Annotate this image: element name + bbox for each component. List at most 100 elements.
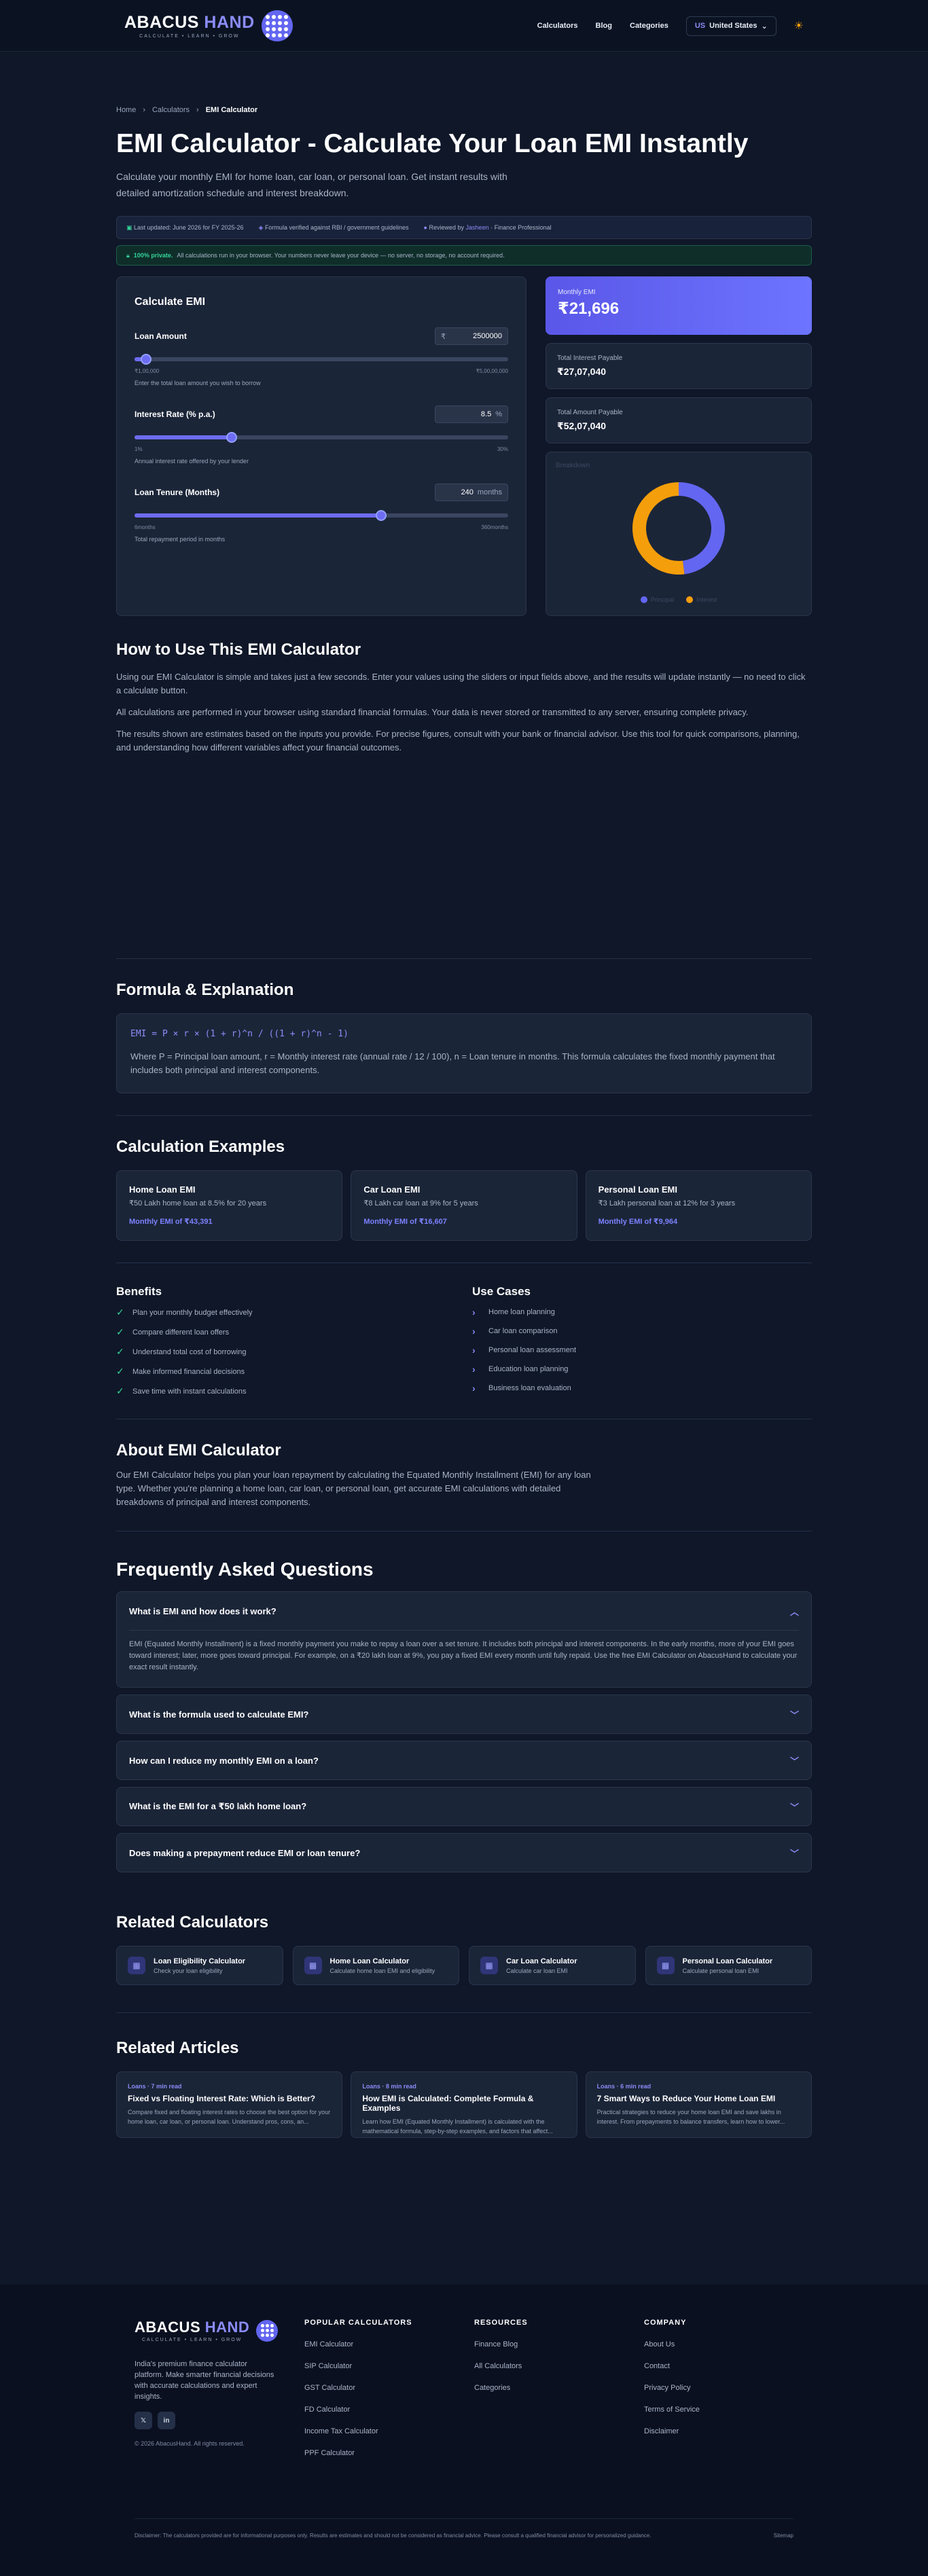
nav-calculators[interactable]: Calculators bbox=[537, 22, 578, 30]
footer-link[interactable]: Finance Blog bbox=[474, 2340, 644, 2348]
interest-rate-min: 1% bbox=[135, 446, 143, 452]
tenure-slider[interactable] bbox=[135, 510, 508, 521]
chevron-right-icon: › bbox=[472, 1326, 476, 1337]
footer-link[interactable]: SIP Calculator bbox=[304, 2362, 474, 2370]
related-calculator-card[interactable]: ▦ Personal Loan Calculator Calculate perso… bbox=[645, 1946, 812, 1985]
example-title: Car Loan EMI bbox=[363, 1184, 421, 1195]
footer-link[interactable]: PPF Calculator bbox=[304, 2449, 474, 2457]
usecase-text: Personal loan assessment bbox=[488, 1346, 577, 1354]
logo-tagline: CALCULATE • LEARN • GROW bbox=[139, 34, 240, 39]
faq-item: What is the EMI for a ₹50 lakh home loan… bbox=[116, 1787, 812, 1826]
interest-rate-slider-handle[interactable] bbox=[226, 432, 237, 443]
linkedin-icon[interactable]: in bbox=[158, 2412, 175, 2429]
donut-slice-interest bbox=[632, 482, 685, 575]
breadcrumb-calculators[interactable]: Calculators bbox=[152, 106, 190, 114]
total-interest-card: Total Interest Payable ₹27,07,040 bbox=[546, 343, 812, 389]
faq-question[interactable]: What is the formula used to calculate EM… bbox=[129, 1695, 799, 1733]
breadcrumb-home[interactable]: Home bbox=[116, 106, 136, 114]
article-title: 7 Smart Ways to Reduce Your Home Loan EM… bbox=[596, 2094, 776, 2103]
nav-categories[interactable]: Categories bbox=[630, 22, 668, 30]
footer-link[interactable]: Contact bbox=[644, 2362, 793, 2370]
footer-link[interactable]: Categories bbox=[474, 2384, 644, 2392]
article-card[interactable]: Loans · 8 min read How EMI is Calculated:… bbox=[351, 2071, 577, 2138]
formula-code: EMI = P × r × (1 + r)^n / ((1 + r)^n - 1… bbox=[130, 1029, 349, 1039]
benefit-text: Compare different loan offers bbox=[132, 1328, 230, 1337]
formula-box: EMI = P × r × (1 + r)^n / ((1 + r)^n - 1… bbox=[116, 1013, 812, 1093]
article-desc: Compare fixed and floating interest rate… bbox=[128, 2109, 331, 2125]
example-title: Home Loan EMI bbox=[129, 1184, 196, 1195]
site-footer: ABACUS HAND CALCULATE • LEARN • GROW Ind… bbox=[0, 2285, 928, 2576]
footer-logo-word-2: HAND bbox=[204, 2319, 250, 2336]
loan-amount-slider[interactable] bbox=[135, 354, 508, 365]
x-twitter-icon[interactable]: 𝕏 bbox=[135, 2412, 152, 2429]
reviewer-link[interactable]: Jasheen bbox=[466, 224, 489, 231]
check-icon: ✓ bbox=[116, 1307, 124, 1318]
benefit-text: Understand total cost of borrowing bbox=[132, 1347, 247, 1356]
chevron-right-icon: › bbox=[472, 1307, 476, 1318]
faq-question[interactable]: Does making a prepayment reduce EMI or l… bbox=[129, 1834, 799, 1872]
footer-link[interactable]: About Us bbox=[644, 2340, 793, 2348]
chevron-down-icon: ﹀ bbox=[789, 1848, 799, 1859]
usecase-text: Car loan comparison bbox=[488, 1327, 558, 1335]
loan-amount-input[interactable]: ₹2500000 bbox=[435, 327, 508, 345]
faq-question[interactable]: What is EMI and how does it work? ︿ bbox=[129, 1592, 799, 1630]
tenure-slider-handle[interactable] bbox=[376, 510, 387, 521]
tenure-min: 6months bbox=[135, 524, 156, 530]
benefit-item: ✓ Understand total cost of borrowing bbox=[116, 1346, 456, 1358]
footer-logo[interactable]: ABACUS HAND CALCULATE • LEARN • GROW bbox=[135, 2319, 304, 2342]
about-title: About EMI Calculator bbox=[116, 1441, 281, 1459]
article-card[interactable]: Loans · 6 min read 7 Smart Ways to Reduce… bbox=[585, 2071, 812, 2138]
benefit-item: ✓ Plan your monthly budget effectively bbox=[116, 1307, 456, 1318]
chevron-right-icon: › bbox=[196, 106, 199, 114]
footer-link[interactable]: Income Tax Calculator bbox=[304, 2427, 474, 2435]
interest-rate-slider[interactable] bbox=[135, 432, 508, 443]
logo[interactable]: ABACUS HAND CALCULATE • LEARN • GROW bbox=[124, 10, 293, 41]
monthly-emi-label: Monthly EMI bbox=[558, 289, 596, 296]
footer-logo-tagline: CALCULATE • LEARN • GROW bbox=[142, 2338, 243, 2342]
related-calculator-card[interactable]: ▦ Loan Eligibility Calculator Check your l… bbox=[116, 1946, 283, 1985]
usecase-item: › Business loan evaluation bbox=[472, 1383, 812, 1394]
loan-amount-min: ₹1,00,000 bbox=[135, 368, 160, 374]
check-icon: ✓ bbox=[116, 1346, 124, 1357]
related-calculator-title: Home Loan Calculator bbox=[329, 1957, 410, 1965]
total-interest-value: ₹27,07,040 bbox=[557, 366, 607, 377]
footer-link[interactable]: FD Calculator bbox=[304, 2406, 474, 2414]
tenure-label: Loan Tenure (Months) bbox=[135, 488, 220, 497]
usecase-item: › Personal loan assessment bbox=[472, 1345, 812, 1356]
country-selector[interactable]: US United States ⌄ bbox=[685, 16, 777, 36]
footer-link[interactable]: Disclaimer bbox=[644, 2427, 793, 2435]
related-calculator-card[interactable]: ▦ Car Loan Calculator Calculate car loan E… bbox=[469, 1946, 636, 1985]
article-card[interactable]: Loans · 7 min read Fixed vs Floating Inte… bbox=[116, 2071, 343, 2138]
page-title: EMI Calculator - Calculate Your Loan EMI… bbox=[116, 129, 749, 158]
benefit-item: ✓ Compare different loan offers bbox=[116, 1326, 456, 1338]
nav-blog[interactable]: Blog bbox=[596, 22, 612, 30]
footer-link[interactable]: All Calculators bbox=[474, 2362, 644, 2370]
footer-link[interactable]: GST Calculator bbox=[304, 2384, 474, 2392]
section-divider bbox=[116, 1115, 812, 1116]
how-to-p1: Using our EMI Calculator is simple and t… bbox=[116, 672, 806, 695]
related-calculator-desc: Calculate car loan EMI bbox=[506, 1967, 568, 1974]
loan-amount-slider-handle[interactable] bbox=[140, 354, 151, 365]
legend-principal-label: Principal bbox=[650, 596, 675, 603]
tenure-input[interactable]: 240 months bbox=[435, 484, 508, 501]
legend-principal-swatch bbox=[640, 596, 647, 603]
related-calculator-card[interactable]: ▦ Home Loan Calculator Calculate home loan… bbox=[292, 1946, 459, 1985]
chevron-down-icon: ⌄ bbox=[761, 22, 768, 31]
trust-bar: ▣ Last updated: June 2026 for FY 2025-26… bbox=[116, 216, 812, 239]
footer-col-title: RESOURCES bbox=[474, 2319, 528, 2327]
footer-link[interactable]: Terms of Service bbox=[644, 2406, 793, 2414]
sitemap-link[interactable]: Sitemap bbox=[774, 2533, 793, 2539]
footer-link[interactable]: Privacy Policy bbox=[644, 2384, 793, 2392]
faq-question[interactable]: How can I reduce my monthly EMI on a loa… bbox=[129, 1741, 799, 1779]
article-tag: Loans · 6 min read bbox=[596, 2083, 652, 2090]
theme-toggle-sun-icon[interactable]: ☀ bbox=[794, 19, 804, 33]
interest-rate-input[interactable]: 8.5% bbox=[435, 405, 508, 423]
donut-slice-principal bbox=[678, 482, 725, 575]
legend-interest-label: Interest bbox=[696, 596, 717, 603]
footer-link[interactable]: EMI Calculator bbox=[304, 2340, 474, 2348]
percent-suffix: % bbox=[495, 410, 502, 418]
usecases-title: Use Cases bbox=[472, 1285, 531, 1298]
footer-desc: India's premium finance calculator platf… bbox=[135, 2360, 274, 2401]
faq-question[interactable]: What is the EMI for a ₹50 lakh home loan… bbox=[129, 1788, 799, 1826]
total-amount-value: ₹52,07,040 bbox=[557, 420, 607, 431]
